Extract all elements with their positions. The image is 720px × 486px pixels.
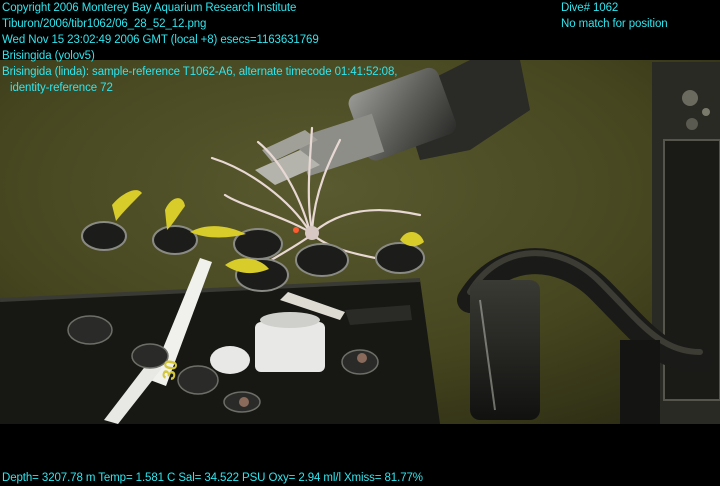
identity-reference-line: identity-reference 72	[10, 82, 113, 94]
dive-number: Dive# 1062	[561, 2, 619, 14]
telemetry-line: Depth= 3207.78 m Temp= 1.581 C Sal= 34.5…	[2, 472, 423, 484]
overlay-metadata-block: Copyright 2006 Monterey Bay Aquarium Res…	[2, 0, 397, 96]
video-frame: 30 Copyright 2006 Monterey Bay Aquarium …	[0, 0, 720, 486]
file-path-line: Tiburon/2006/tibr1062/06_28_52_12.png	[2, 18, 207, 30]
overlay-dive-block: Dive# 1062 No match for position	[561, 0, 668, 32]
timestamp-line: Wed Nov 15 23:02:49 2006 GMT (local +8) …	[2, 34, 319, 46]
tube-number-label: 30	[158, 358, 181, 381]
copyright-line: Copyright 2006 Monterey Bay Aquarium Res…	[2, 2, 297, 14]
linda-label-line: Brisingida (linda): sample-reference T10…	[2, 66, 398, 78]
position-status: No match for position	[561, 18, 668, 30]
yolo-label-line: Brisingida (yolov5)	[2, 50, 95, 62]
